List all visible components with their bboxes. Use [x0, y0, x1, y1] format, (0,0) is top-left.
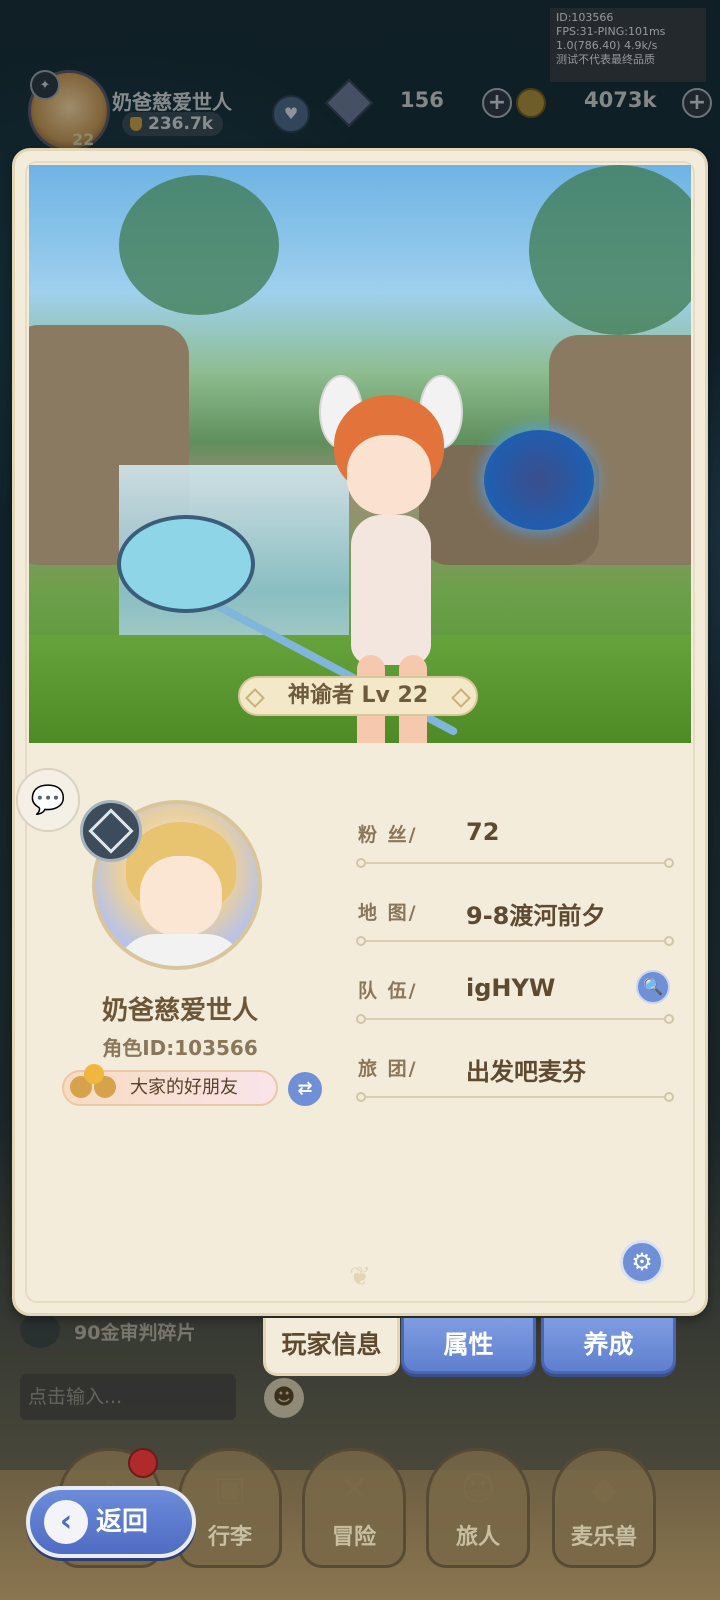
fans-value: 72 [466, 818, 500, 846]
fans-row: 粉 丝/ 72 [356, 804, 674, 870]
tab-development[interactable]: 养成 [541, 1318, 676, 1374]
nav-pets[interactable]: ◆ 麦乐兽 [552, 1448, 656, 1568]
character-body [351, 515, 431, 665]
staff-head [117, 515, 255, 613]
chat-bubble-icon: 💬 [30, 783, 66, 816]
tab-label: 玩家信息 [281, 1330, 382, 1359]
back-arrow-icon: ‹ [44, 1500, 88, 1544]
guild-row: 旅 团/ 出发吧麦芬 [356, 1038, 674, 1104]
team-search-button[interactable]: 🔍 [636, 970, 670, 1004]
swords-icon: ✕ [339, 1469, 369, 1509]
tab-label: 养成 [583, 1330, 634, 1359]
portrait-face [140, 856, 222, 936]
notification-dot [128, 1448, 158, 1478]
nav-label: 冒险 [331, 1525, 376, 1550]
search-icon: 🔍 [643, 977, 663, 996]
swap-title-button[interactable]: ⇄ [288, 1072, 322, 1106]
tab-player-info[interactable]: 玩家信息 [263, 1318, 400, 1376]
team-label: 队 伍/ [358, 980, 418, 1002]
divider [356, 1092, 674, 1102]
settings-button[interactable]: ⚙ [620, 1240, 664, 1284]
chat-button[interactable]: 💬 [16, 768, 80, 832]
map-value: 9-8渡河前夕 [466, 902, 606, 930]
fans-label: 粉 丝/ [358, 824, 418, 846]
portrait-body [116, 934, 246, 966]
gear-icon: ⚙ [631, 1248, 653, 1276]
chest-icon: ▣ [213, 1469, 247, 1509]
shark-pet [484, 430, 594, 530]
map-row: 地 图/ 9-8渡河前夕 [356, 882, 674, 948]
back-button[interactable]: ‹ 返回 [26, 1486, 196, 1558]
guild-label: 旅 团/ [358, 1058, 418, 1080]
team-value: igHYW [466, 974, 556, 1002]
team-row: 队 伍/ igHYW 🔍 [356, 960, 674, 1026]
fox-icon: ◆ [590, 1469, 618, 1509]
tab-attributes[interactable]: 属性 [401, 1318, 536, 1374]
back-label: 返回 [96, 1507, 149, 1537]
character-preview[interactable] [29, 165, 691, 743]
nav-adventure[interactable]: ✕ 冒险 [302, 1448, 406, 1568]
tree-shape [529, 165, 691, 335]
divider [356, 936, 674, 946]
guild-value: 出发吧麦芬 [466, 1058, 586, 1086]
player-title-badge: 大家的好朋友 [62, 1064, 278, 1106]
swap-icon: ⇄ [297, 1078, 313, 1099]
class-level-label: 神谕者 Lv 22 [238, 676, 478, 716]
rank-crest-icon [80, 800, 142, 862]
divider [356, 858, 674, 868]
nav-travelers[interactable]: ☺ 旅人 [426, 1448, 530, 1568]
role-id: 角色ID:103566 [102, 1036, 258, 1060]
tab-label: 属性 [443, 1330, 494, 1359]
profile-name: 奶爸慈爱世人 [101, 996, 258, 1026]
nav-label: 麦乐兽 [570, 1525, 637, 1550]
panel-ornament: ❦ [349, 1262, 371, 1292]
nav-label: 旅人 [455, 1525, 500, 1550]
divider [356, 1014, 674, 1024]
person-icon: ☺ [460, 1469, 496, 1509]
nav-bag[interactable]: ▣ 行李 [178, 1448, 282, 1568]
player-title-text: 大家的好朋友 [130, 1077, 238, 1098]
bear-icon [66, 1064, 122, 1104]
character-face [347, 435, 431, 515]
map-label: 地 图/ [358, 902, 418, 924]
tree-shape [119, 175, 279, 315]
